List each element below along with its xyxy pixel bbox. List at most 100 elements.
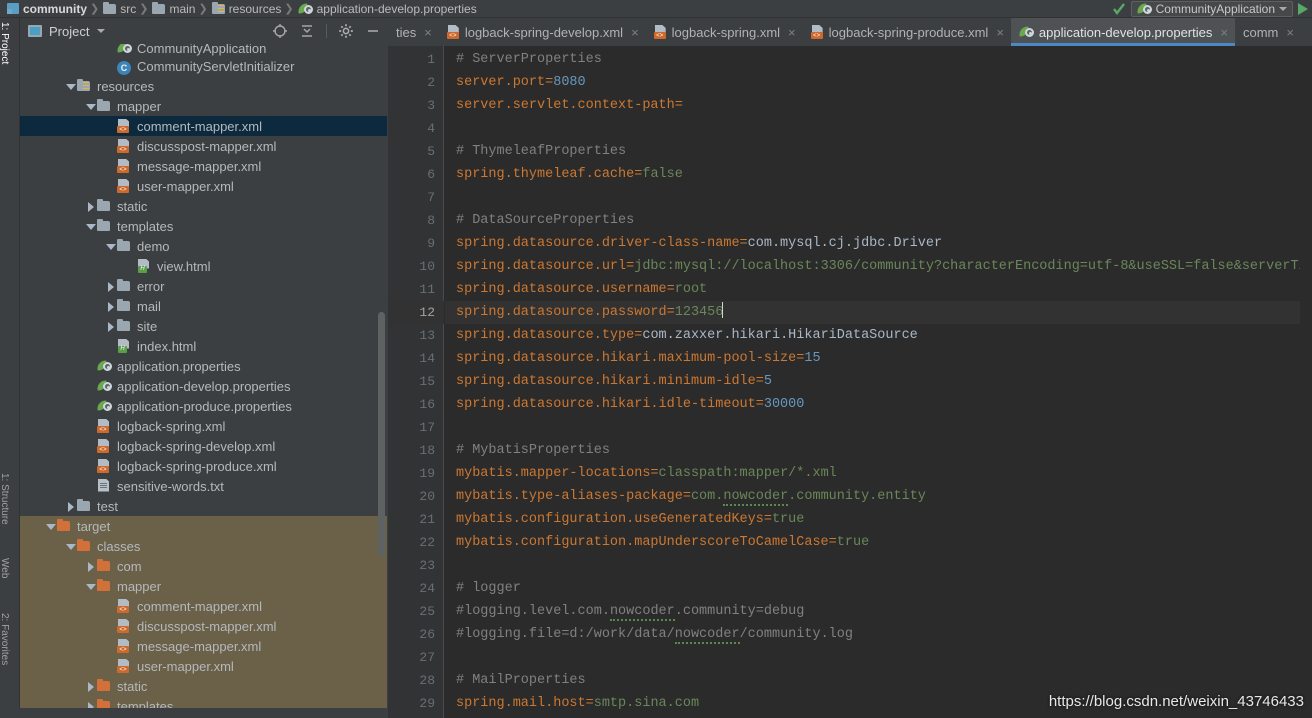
code-line[interactable]: # ThymeleafProperties <box>445 140 1312 163</box>
tree-item-index-html[interactable]: Hindex.html <box>20 336 387 356</box>
breadcrumb-item-community[interactable]: community <box>4 0 89 18</box>
breadcrumb-item-main[interactable]: main <box>149 0 197 18</box>
close-icon[interactable]: × <box>1220 26 1228 39</box>
chevron-down-icon[interactable] <box>104 240 117 253</box>
tool-tab-project[interactable]: 1: Project <box>0 22 10 64</box>
chevron-down-icon[interactable] <box>64 540 77 553</box>
tree-item-application-produce-properties[interactable]: application-produce.properties <box>20 396 387 416</box>
code-line[interactable]: mybatis.configuration.useGeneratedKeys=t… <box>445 508 1312 531</box>
code-line[interactable]: # MybatisProperties <box>445 439 1312 462</box>
breadcrumb-item-src[interactable]: src <box>100 0 138 18</box>
code-line[interactable]: #logging.level.com.nowcoder.community=de… <box>445 600 1312 623</box>
code-line[interactable]: #logging.file=d:/work/data/nowcoder/comm… <box>445 623 1312 646</box>
tree-item-sensitive-words-txt[interactable]: sensitive-words.txt <box>20 476 387 496</box>
project-tree[interactable]: CommunityApplication C CommunityServletIni… <box>20 44 387 718</box>
editor-tab-application-develop-properties[interactable]: application-develop.properties × <box>1010 18 1236 46</box>
settings-gear-icon[interactable] <box>338 23 354 39</box>
close-icon[interactable]: × <box>788 26 796 39</box>
chevron-right-icon[interactable] <box>64 500 77 513</box>
tree-item-mapper[interactable]: mapper <box>20 96 387 116</box>
code-line[interactable]: spring.datasource.hikari.idle-timeout=30… <box>445 393 1312 416</box>
tree-item-message-mapper-xml[interactable]: <> message-mapper.xml <box>20 156 387 176</box>
tree-item-logback-spring-produce-xml[interactable]: <> logback-spring-produce.xml <box>20 456 387 476</box>
code-line[interactable]: # logger <box>445 577 1312 600</box>
build-check-icon[interactable] <box>1112 2 1126 15</box>
tree-item-communityservletinitializer[interactable]: C CommunityServletInitializer <box>20 56 387 76</box>
tree-item-user-mapper-xml[interactable]: <> user-mapper.xml <box>20 176 387 196</box>
breadcrumb-item-resources[interactable]: resources <box>209 0 284 18</box>
code-line[interactable]: # DataSourceProperties <box>445 209 1312 232</box>
editor-tab-ties[interactable]: ties × <box>388 18 439 46</box>
run-icon[interactable] <box>1298 2 1308 15</box>
tree-item-resources[interactable]: resources <box>20 76 387 96</box>
collapse-all-icon[interactable] <box>299 23 315 39</box>
chevron-down-icon[interactable] <box>1279 6 1287 11</box>
code-line[interactable] <box>445 646 1312 669</box>
code-line[interactable]: spring.datasource.password=123456 <box>445 301 1312 324</box>
tree-item-application-properties[interactable]: application.properties <box>20 356 387 376</box>
chevron-down-icon[interactable] <box>84 100 97 113</box>
code-line[interactable]: spring.datasource.driver-class-name=com.… <box>445 232 1312 255</box>
code-line[interactable] <box>445 554 1312 577</box>
code-line[interactable]: # MailProperties <box>445 669 1312 692</box>
code-editor[interactable]: 1 2 3 4 5 6 7 8 9 10 11 12 13 14 15 16 17 18 19 20 21 22 23 24 2… <box>388 46 1312 718</box>
tree-item-mapper[interactable]: mapper <box>20 576 387 596</box>
tree-item-logback-spring-xml[interactable]: <> logback-spring.xml <box>20 416 387 436</box>
tree-item-error[interactable]: error <box>20 276 387 296</box>
tree-item-comment-mapper-xml[interactable]: <> comment-mapper.xml <box>20 596 387 616</box>
chevron-right-icon[interactable] <box>104 280 117 293</box>
chevron-down-icon[interactable] <box>44 520 57 533</box>
code-line[interactable]: spring.datasource.username=root <box>445 278 1312 301</box>
locate-icon[interactable] <box>272 23 288 39</box>
code-line[interactable] <box>445 186 1312 209</box>
editor-vertical-scrollbar[interactable] <box>1300 46 1312 718</box>
code-line[interactable]: # ServerProperties <box>445 48 1312 71</box>
code-line[interactable] <box>445 416 1312 439</box>
chevron-right-icon[interactable] <box>84 560 97 573</box>
editor-tab-logback-spring-produce-xml[interactable]: <> logback-spring-produce.xml × <box>803 18 1011 46</box>
code-line[interactable]: server.servlet.context-path= <box>445 94 1312 117</box>
editor-tab-logback-spring-develop-xml[interactable]: <> logback-spring-develop.xml × <box>439 18 646 46</box>
tool-tab-structure[interactable]: 1: Structure <box>0 473 10 525</box>
code-line[interactable]: spring.datasource.type=com.zaxxer.hikari… <box>445 324 1312 347</box>
editor-tab-comm[interactable]: comm × <box>1235 18 1301 46</box>
tree-item-static[interactable]: static <box>20 196 387 216</box>
tree-item-discusspost-mapper-xml[interactable]: <> discusspost-mapper.xml <box>20 616 387 636</box>
tool-tab-web[interactable]: Web <box>0 558 10 578</box>
chevron-down-icon[interactable] <box>97 29 106 33</box>
editor-gutter[interactable]: 1 2 3 4 5 6 7 8 9 10 11 12 13 14 15 16 17 18 19 20 21 22 23 24 2… <box>388 46 444 718</box>
tree-item-discusspost-mapper-xml[interactable]: <> discusspost-mapper.xml <box>20 136 387 156</box>
tree-item-site[interactable]: site <box>20 316 387 336</box>
tree-item-mail[interactable]: mail <box>20 296 387 316</box>
close-icon[interactable]: × <box>424 26 432 39</box>
chevron-down-icon[interactable] <box>64 80 77 93</box>
code-line[interactable]: spring.datasource.hikari.maximum-pool-si… <box>445 347 1312 370</box>
tree-item-static[interactable]: static <box>20 676 387 696</box>
tree-item-templates[interactable]: templates <box>20 216 387 236</box>
tree-item-comment-mapper-xml[interactable]: <> comment-mapper.xml <box>20 116 387 136</box>
tree-item-target[interactable]: target <box>20 516 387 536</box>
tree-item-com[interactable]: com <box>20 556 387 576</box>
close-icon[interactable]: × <box>1286 26 1294 39</box>
code-line[interactable]: server.port=8080 <box>445 71 1312 94</box>
tree-item-user-mapper-xml[interactable]: <> user-mapper.xml <box>20 656 387 676</box>
chevron-right-icon[interactable] <box>104 300 117 313</box>
editor-tab-logback-spring-xml[interactable]: <> logback-spring.xml × <box>646 18 803 46</box>
tree-item-logback-spring-develop-xml[interactable]: <> logback-spring-develop.xml <box>20 436 387 456</box>
close-icon[interactable]: × <box>996 26 1004 39</box>
close-icon[interactable]: × <box>631 26 639 39</box>
code-line[interactable]: spring.datasource.hikari.minimum-idle=5 <box>445 370 1312 393</box>
tree-item-view-html[interactable]: Hview.html <box>20 256 387 276</box>
code-line[interactable]: mybatis.configuration.mapUnderscoreToCam… <box>445 531 1312 554</box>
code-line[interactable]: spring.thymeleaf.cache=false <box>445 163 1312 186</box>
tree-item-application-develop-properties[interactable]: application-develop.properties <box>20 376 387 396</box>
tree-item-message-mapper-xml[interactable]: <> message-mapper.xml <box>20 636 387 656</box>
code-line[interactable]: spring.datasource.url=jdbc:mysql://local… <box>445 255 1312 278</box>
editor-code-area[interactable]: # ServerProperties server.port=8080 server… <box>445 46 1312 718</box>
code-line[interactable]: mybatis.mapper-locations=classpath:mappe… <box>445 462 1312 485</box>
editor-tab-strip[interactable]: ties × <> logback-spring-develop.xml × <> logb… <box>388 18 1312 46</box>
tool-tab-favorites[interactable]: 2: Favorites <box>0 613 10 665</box>
chevron-down-icon[interactable] <box>84 580 97 593</box>
chevron-right-icon[interactable] <box>84 200 97 213</box>
tree-vertical-scrollbar[interactable] <box>378 312 385 556</box>
